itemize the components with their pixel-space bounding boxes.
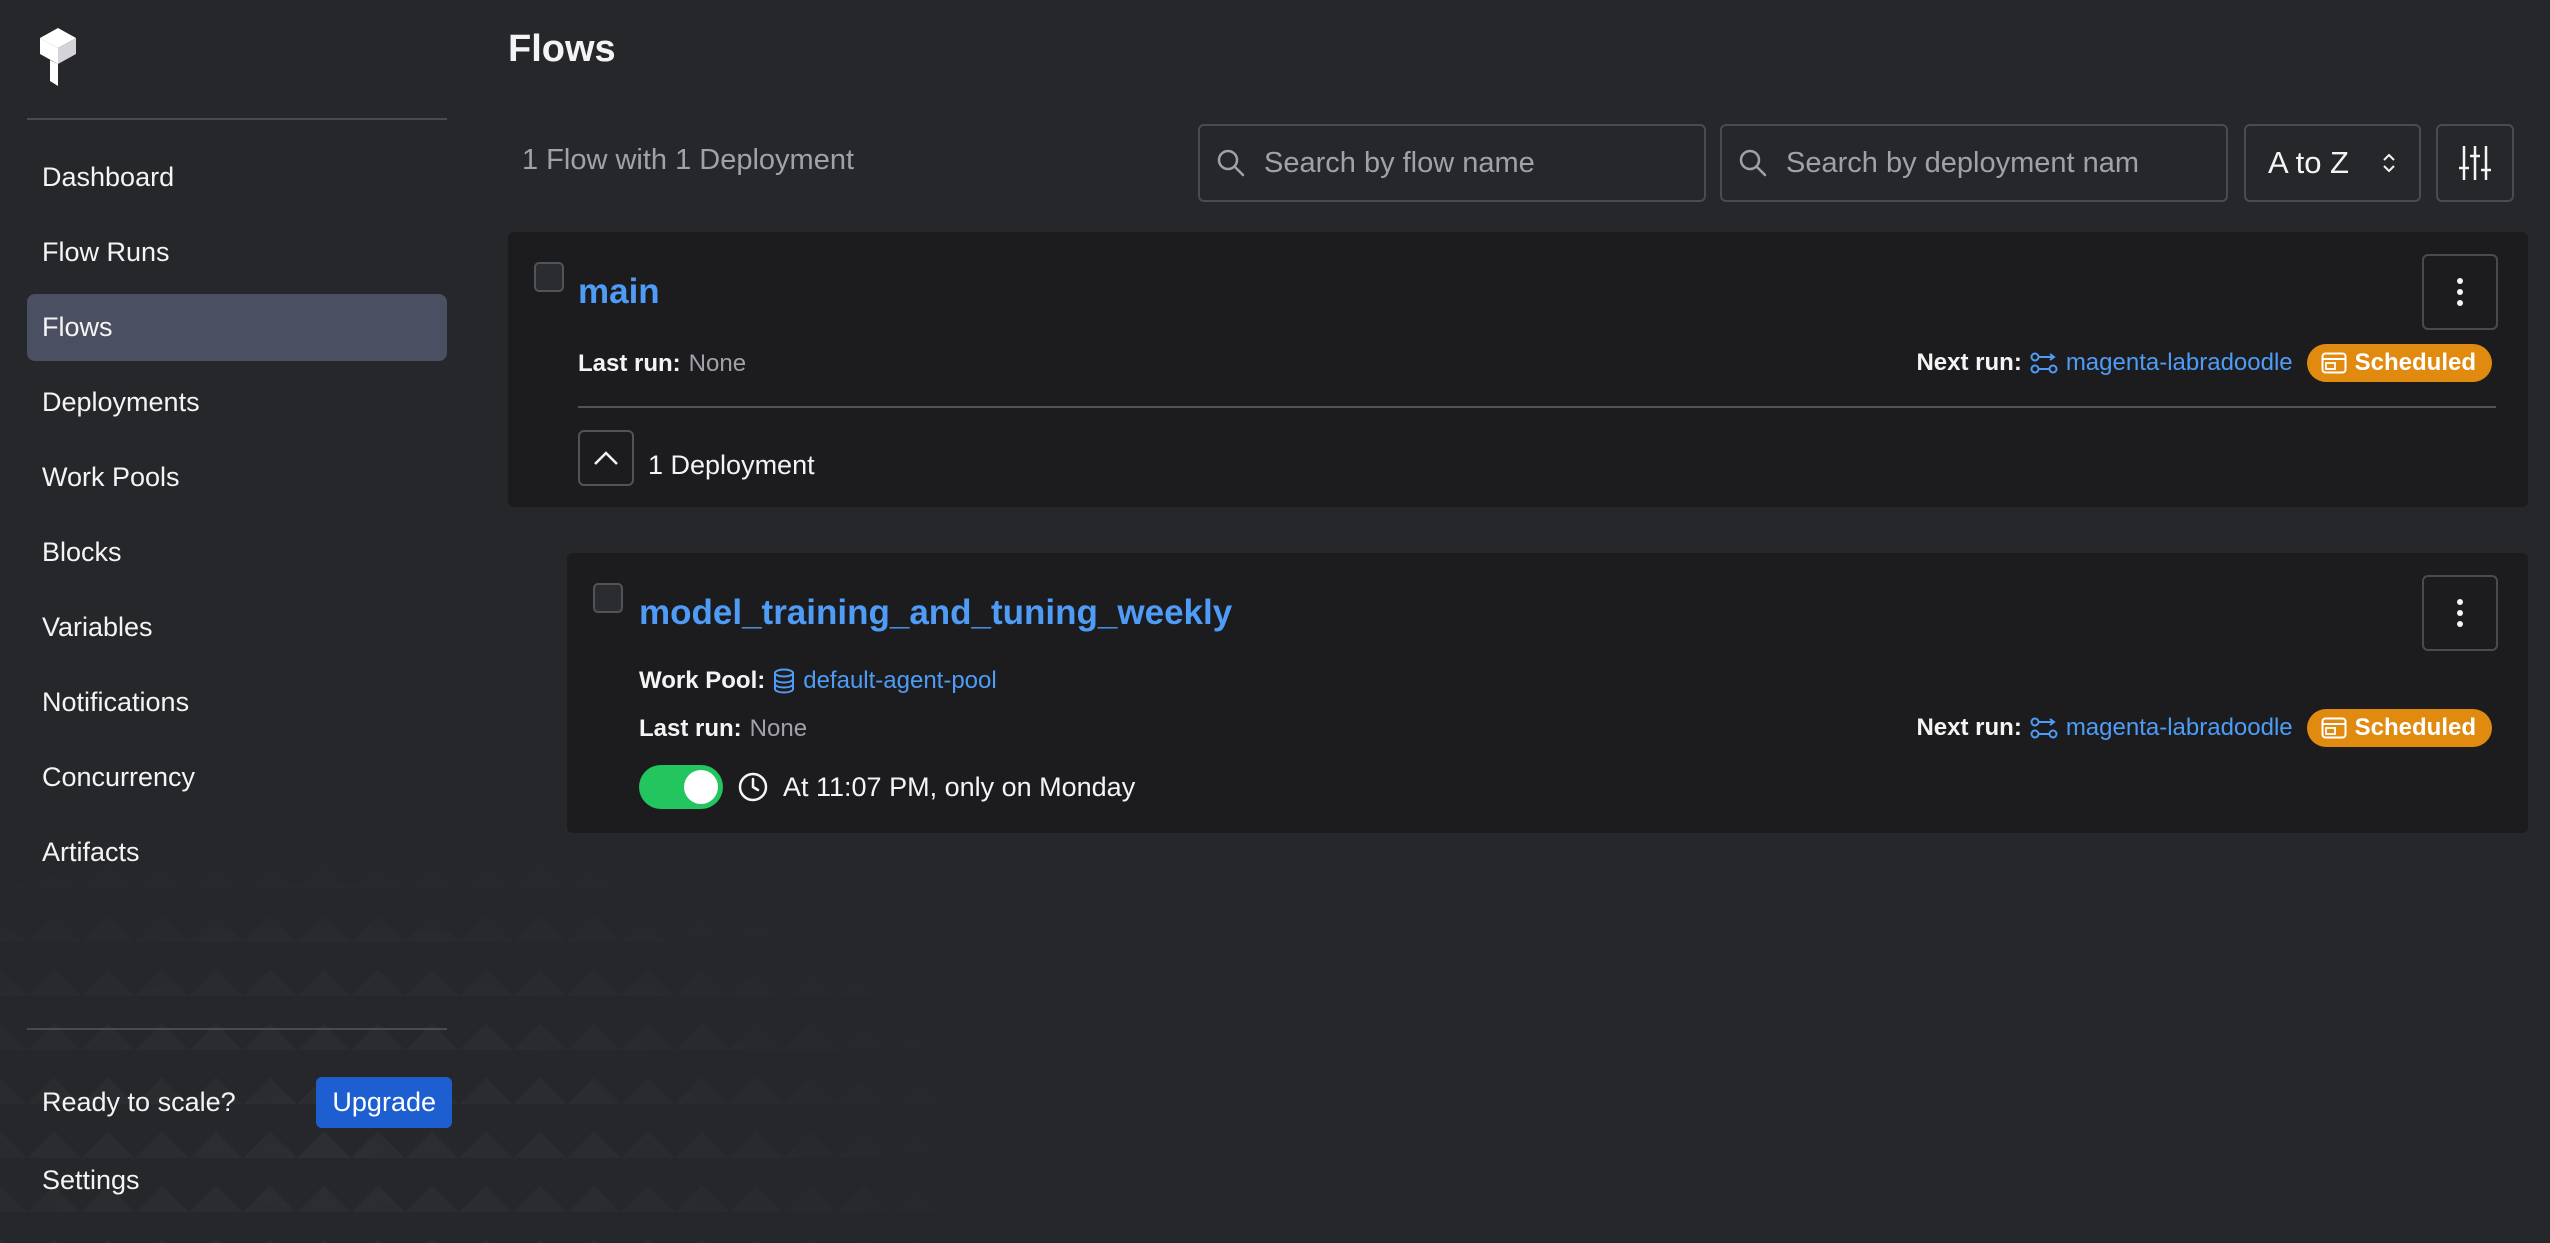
next-run-link[interactable]: magenta-labradoodle [2066,714,2293,742]
status-badge: Scheduled [2306,344,2492,382]
sidebar-item-settings[interactable]: Settings [42,1165,140,1196]
next-run-label: Next run: [1916,349,2022,376]
deployment-menu-button[interactable] [2422,575,2498,651]
last-run-value: None [688,350,747,377]
deployment-work-pool: Work Pool: default-agent-pool [639,667,997,695]
calendar-icon [2321,352,2347,374]
flow-search-box [1198,124,1706,202]
sidebar-item-flows[interactable]: Flows [27,294,447,361]
sort-label: A to Z [2268,145,2349,180]
status-badge-label: Scheduled [2354,714,2476,741]
page-title: Flows [508,28,616,70]
work-pool-link[interactable]: default-agent-pool [803,667,996,695]
flow-run-icon [2030,717,2058,739]
prefect-logo-icon[interactable] [38,28,78,86]
last-run-label: Last run: [639,715,742,742]
deployment-checkbox[interactable] [593,583,623,613]
flow-next-run: Next run: magenta-labradoodle Scheduled [1916,344,2492,382]
sidebar-item-concurrency[interactable]: Concurrency [27,744,447,811]
next-run-link[interactable]: magenta-labradoodle [2066,349,2293,377]
main-content: Flows 1 Flow with 1 Deployment A to Z [508,0,2528,1243]
database-icon [774,668,795,694]
flow-checkbox[interactable] [534,262,564,292]
flow-last-run: Last run: None [578,350,746,378]
flow-menu-button[interactable] [2422,254,2498,330]
deployment-search-box [1720,124,2228,202]
deployment-search-input[interactable] [1786,146,2226,180]
flow-name-link[interactable]: main [578,272,660,312]
schedule-text: At 11:07 PM, only on Monday [783,771,1136,802]
chevron-up-icon [594,451,618,465]
last-run-value: None [749,715,808,742]
sidebar-item-deployments[interactable]: Deployments [27,369,447,436]
search-icon [1217,149,1245,177]
deployment-name-link[interactable]: model_training_and_tuning_weekly [639,593,1232,633]
status-badge-label: Scheduled [2354,349,2476,376]
kebab-icon [2457,278,2463,306]
deployment-card: model_training_and_tuning_weekly Work Po… [567,553,2528,833]
search-icon [1739,149,1767,177]
sidebar-nav: Dashboard Flow Runs Flows Deployments Wo… [27,144,447,894]
flow-run-icon [2030,352,2058,374]
schedule-toggle[interactable] [639,765,723,809]
sidebar-divider-top [27,118,447,120]
sidebar-item-work-pools[interactable]: Work Pools [27,444,447,511]
clock-icon [738,772,768,802]
toggle-knob [684,770,718,804]
deployment-schedule: At 11:07 PM, only on Monday [639,765,1135,809]
deployment-last-run: Last run: None [639,715,807,743]
sidebar-divider-bottom [27,1028,447,1030]
next-run-label: Next run: [1916,714,2022,741]
filter-button[interactable] [2436,124,2514,202]
work-pool-label: Work Pool: [639,667,766,694]
flow-card: main Last run: None Next run: magenta-la… [508,232,2528,507]
calendar-icon [2321,717,2347,739]
last-run-label: Last run: [578,350,681,377]
sidebar-item-blocks[interactable]: Blocks [27,519,447,586]
kebab-icon [2457,599,2463,627]
sidebar-item-variables[interactable]: Variables [27,594,447,661]
sidebar-item-artifacts[interactable]: Artifacts [27,819,447,886]
deployments-count: 1 Deployment [648,450,815,480]
sidebar-item-notifications[interactable]: Notifications [27,669,447,736]
sidebar-item-dashboard[interactable]: Dashboard [27,144,447,211]
upgrade-row: Ready to scale? Upgrade [42,1075,452,1129]
upgrade-prompt: Ready to scale? [42,1086,236,1117]
sidebar: Dashboard Flow Runs Flows Deployments Wo… [0,0,1100,1243]
sidebar-item-flow-runs[interactable]: Flow Runs [27,219,447,286]
sort-select[interactable]: A to Z [2244,124,2421,202]
status-badge: Scheduled [2306,709,2492,747]
upgrade-button[interactable]: Upgrade [316,1076,452,1128]
flows-summary: 1 Flow with 1 Deployment [522,144,855,176]
flow-card-divider [578,406,2496,408]
flow-search-input[interactable] [1264,146,1704,180]
sliders-icon [2459,146,2491,180]
app-root: Dashboard Flow Runs Flows Deployments Wo… [0,0,2550,1243]
chevron-updown-icon [2383,153,2395,173]
deployment-next-run: Next run: magenta-labradoodle Scheduled [1916,709,2492,747]
collapse-deployments-button[interactable] [578,430,634,486]
